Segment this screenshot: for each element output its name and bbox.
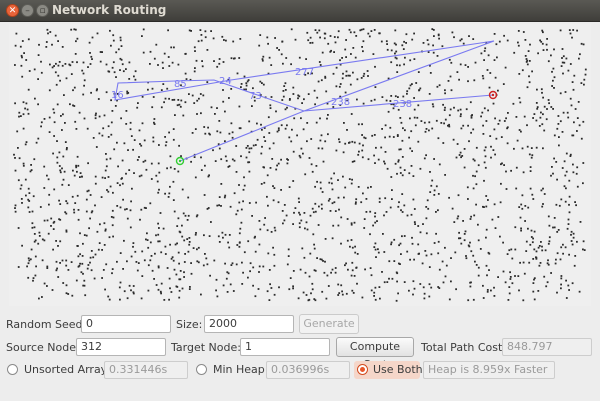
source-node-input[interactable]: 312 [76,338,166,356]
speedup-result-field: Heap is 8.959x Faster [423,361,555,379]
generate-button[interactable]: Generate [299,314,359,334]
unsorted-array-label[interactable]: Unsorted Array [24,363,107,376]
unsorted-array-time: 0.331446s [104,361,188,379]
use-both-radio[interactable] [357,364,368,375]
app-window: ✕ – ▫ Network Routing 16 85 24 73 277 238 238 … [0,0,600,401]
edge-label: 238 [393,99,412,110]
shortest-path [114,40,495,162]
compute-cost-button[interactable]: Compute Cost [336,337,414,371]
target-node-label: Target Node: [171,341,241,354]
random-seed-label: Random Seed: [6,318,87,331]
edge-label: 85 [174,79,187,90]
size-label: Size: [176,318,203,331]
min-heap-time: 0.036996s [266,361,350,379]
min-heap-radio[interactable] [196,364,207,375]
target-node-input[interactable]: 1 [240,338,330,356]
source-node-marker-center [178,159,182,163]
min-heap-label[interactable]: Min Heap [213,363,265,376]
use-both-label[interactable]: Use Both [373,363,423,376]
target-node-marker-center [491,93,495,97]
edge-label: 238 [331,97,350,108]
edge-label: 24 [219,76,232,87]
close-icon[interactable]: ✕ [6,4,19,17]
edge-label: 277 [295,67,314,78]
minimize-icon[interactable]: – [21,4,34,17]
window-title: Network Routing [52,3,167,17]
total-path-cost-field: 848.797 [502,338,592,356]
network-graph-canvas[interactable]: 16 85 24 73 277 238 238 [9,24,591,306]
unsorted-array-radio[interactable] [7,364,18,375]
edge-label: 73 [249,91,262,102]
maximize-icon[interactable]: ▫ [36,4,49,17]
size-input[interactable]: 2000 [204,315,294,333]
title-bar: ✕ – ▫ Network Routing [0,0,600,22]
source-node-label: Source Node: [6,341,80,354]
random-seed-input[interactable]: 0 [81,315,171,333]
total-path-cost-label: Total Path Cost: [421,341,507,354]
edge-label: 16 [111,90,124,101]
